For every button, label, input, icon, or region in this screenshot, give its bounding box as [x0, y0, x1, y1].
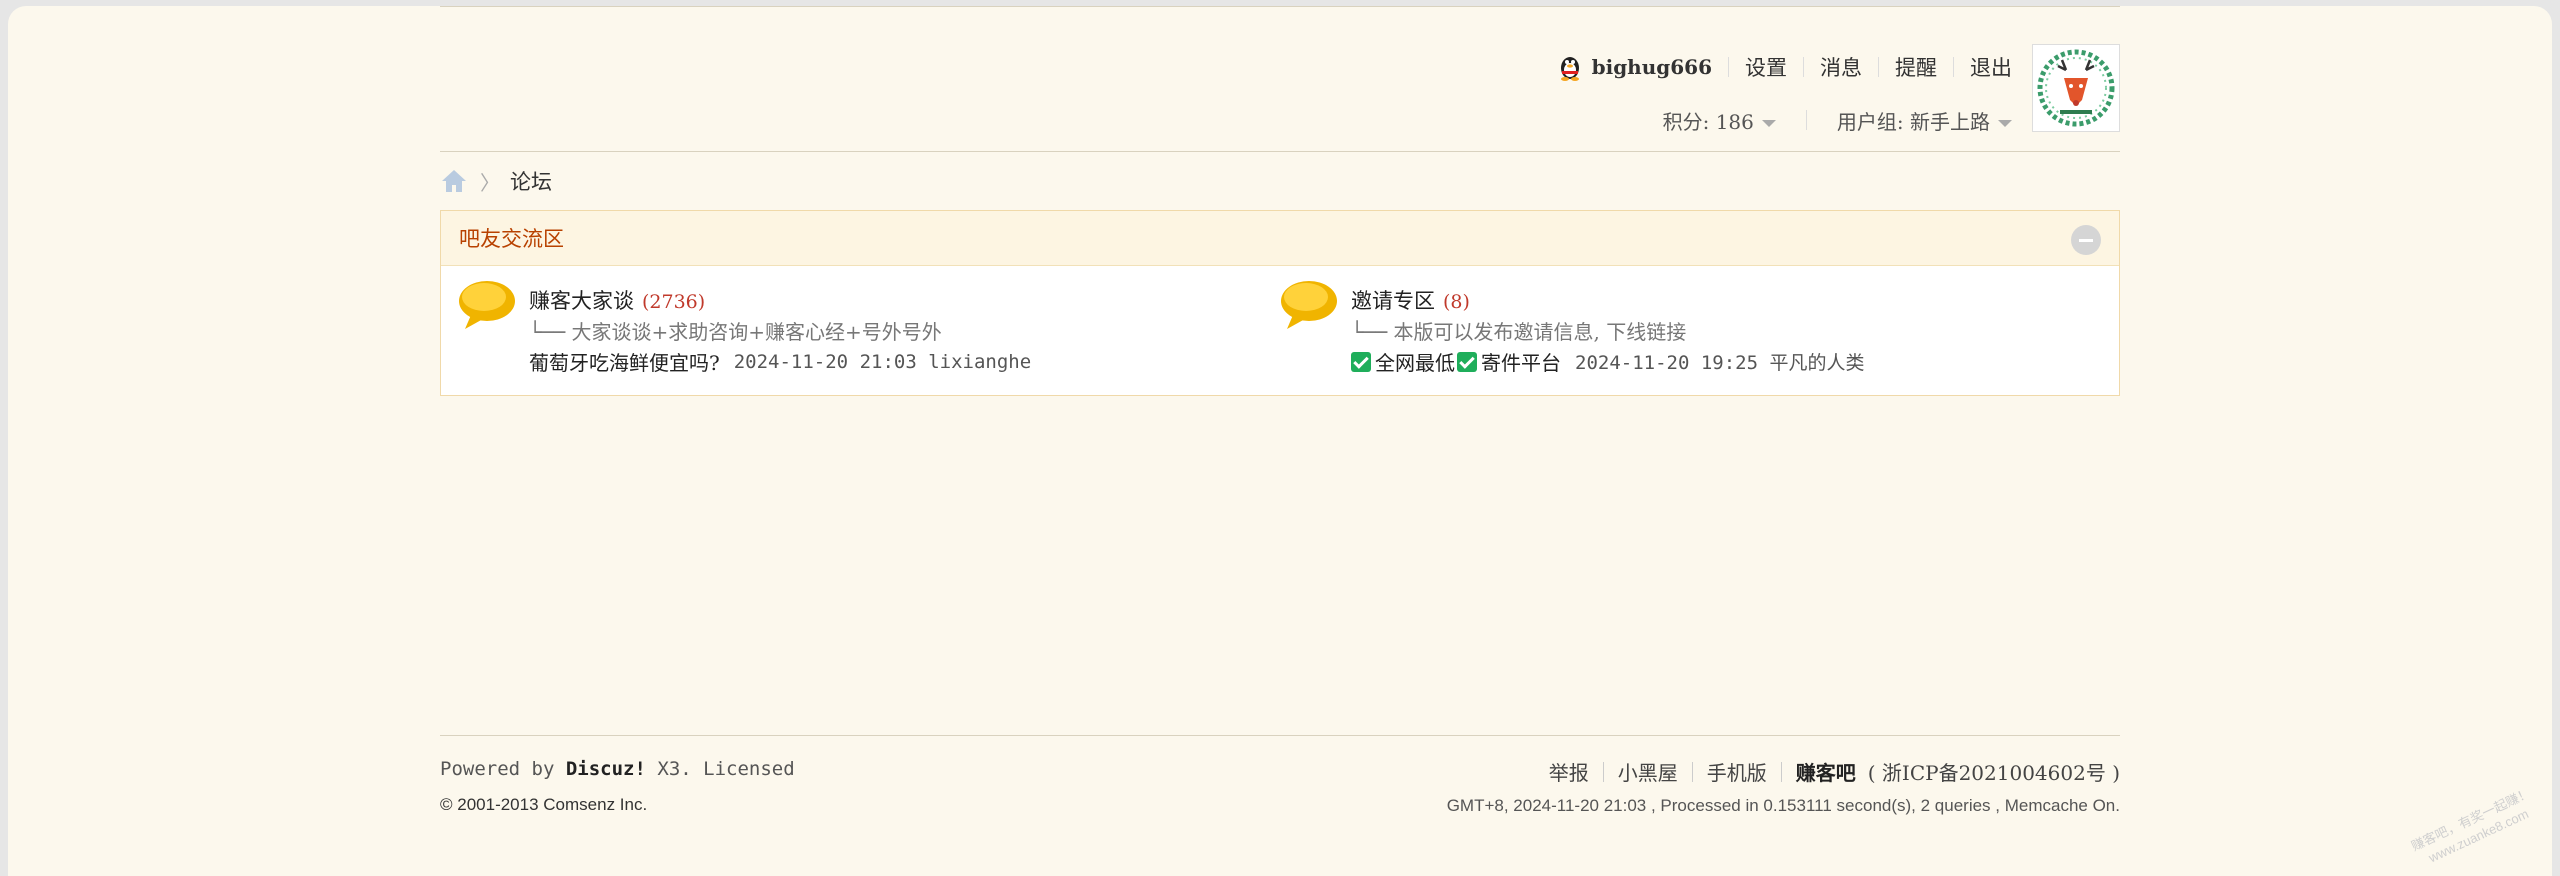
user-bar: bighug666 设置 消息 提醒 退出	[1556, 52, 2012, 82]
divider	[1780, 761, 1782, 782]
powered-prefix: Powered by	[440, 758, 555, 780]
points-label: 积分: 186	[1662, 109, 1754, 134]
divider	[1953, 57, 1954, 77]
comsenz-link[interactable]: Comsenz Inc.	[543, 795, 647, 814]
checkmark-icon	[1351, 351, 1371, 372]
chevron-down-icon	[1998, 119, 2012, 127]
last-post-meta[interactable]: 2024-11-20 21:03 lixianghe	[734, 351, 1031, 373]
minus-icon	[2079, 238, 2093, 242]
discuz-link[interactable]: Discuz!	[566, 758, 646, 780]
checkmark-icon	[1457, 351, 1477, 372]
speech-bubble-icon[interactable]	[1279, 277, 1339, 331]
home-icon[interactable]	[440, 168, 468, 194]
chevron-down-icon	[1761, 119, 1776, 127]
last-post-title-part: 寄件平台	[1481, 351, 1561, 375]
usergroup-dropdown[interactable]: 用户组: 新手上路	[1837, 106, 2012, 135]
breadcrumb-forum-link[interactable]: 论坛	[510, 166, 552, 196]
forum-title: 邀请专区 (8)	[1351, 285, 1470, 315]
last-post-link[interactable]: 葡萄牙吃海鲜便宜吗?	[529, 347, 720, 376]
forum-name-link[interactable]: 邀请专区	[1351, 289, 1435, 313]
collapse-button[interactable]	[2071, 225, 2101, 255]
divider	[1805, 110, 1807, 130]
forum-description: └── 本版可以发布邀请信息, 下线链接	[1351, 320, 1687, 344]
last-post-link[interactable]: 全网最低 寄件平台	[1351, 347, 1561, 376]
category-title[interactable]: 吧友交流区	[459, 223, 564, 253]
forum-name-link[interactable]: 赚客大家谈	[529, 289, 634, 313]
divider	[1602, 761, 1604, 782]
speech-bubble-icon[interactable]	[457, 277, 517, 331]
reindeer-avatar-icon	[2037, 49, 2115, 127]
powered-by: Powered by Discuz! X3. Licensed	[440, 758, 795, 780]
settings-link[interactable]: 设置	[1745, 52, 1787, 82]
avatar[interactable]	[2032, 44, 2120, 132]
messages-link[interactable]: 消息	[1820, 52, 1862, 82]
page-frame	[8, 6, 2552, 876]
footer-links: 举报 小黑屋 手机版 赚客吧 ( 浙ICP备2021004602号 )	[1549, 757, 2120, 786]
site-name-link[interactable]: 赚客吧	[1796, 757, 1856, 786]
divider	[1728, 57, 1729, 77]
usergroup-label: 用户组: 新手上路	[1836, 109, 1990, 134]
username-link[interactable]: bighug666	[1592, 55, 1712, 79]
copyright-years: © 2001-2013	[440, 795, 539, 814]
forum-today-count: (2736)	[642, 291, 706, 313]
forum-last-post: 全网最低 寄件平台 2024-11-20 19:25 平凡的人类	[1351, 347, 1864, 376]
breadcrumb: 〉 论坛	[440, 166, 552, 196]
divider	[1878, 57, 1879, 77]
logout-link[interactable]: 退出	[1970, 52, 2012, 82]
notifications-link[interactable]: 提醒	[1895, 52, 1937, 82]
forum-last-post: 葡萄牙吃海鲜便宜吗? 2024-11-20 21:03 lixianghe	[529, 347, 1031, 376]
footer-divider	[440, 735, 2120, 736]
points-dropdown[interactable]: 积分: 186	[1663, 106, 1776, 135]
divider	[1691, 761, 1693, 782]
report-link[interactable]: 举报	[1549, 757, 1589, 786]
divider	[1803, 57, 1804, 77]
blackroom-link[interactable]: 小黑屋	[1618, 757, 1678, 786]
top-divider	[440, 6, 2120, 7]
copyright: © 2001-2013 Comsenz Inc.	[440, 795, 647, 815]
forum-today-count: (8)	[1443, 291, 1470, 313]
forum-title: 赚客大家谈 (2736)	[529, 285, 705, 315]
category-header: 吧友交流区	[441, 211, 2119, 266]
mobile-link[interactable]: 手机版	[1707, 757, 1767, 786]
qq-penguin-icon	[1560, 57, 1579, 81]
last-post-meta[interactable]: 2024-11-20 19:25 平凡的人类	[1575, 348, 1864, 375]
forum-category: 吧友交流区 赚客大家谈 (2736) └── 大家谈谈+求助咨询+赚客心经+号外号…	[440, 210, 2120, 396]
breadcrumb-separator-icon: 〉	[480, 170, 500, 195]
user-stats: 积分: 186 用户组: 新手上路	[1663, 106, 2012, 134]
server-status: GMT+8, 2024-11-20 21:03 , Processed in 0…	[1446, 796, 2120, 815]
header-divider	[440, 151, 2120, 152]
forum-description: └── 大家谈谈+求助咨询+赚客心经+号外号外	[529, 320, 942, 344]
powered-suffix: X3. Licensed	[657, 758, 795, 780]
last-post-title-part: 全网最低	[1375, 351, 1455, 375]
icp-link[interactable]: ( 浙ICP备2021004602号 )	[1868, 757, 2120, 786]
